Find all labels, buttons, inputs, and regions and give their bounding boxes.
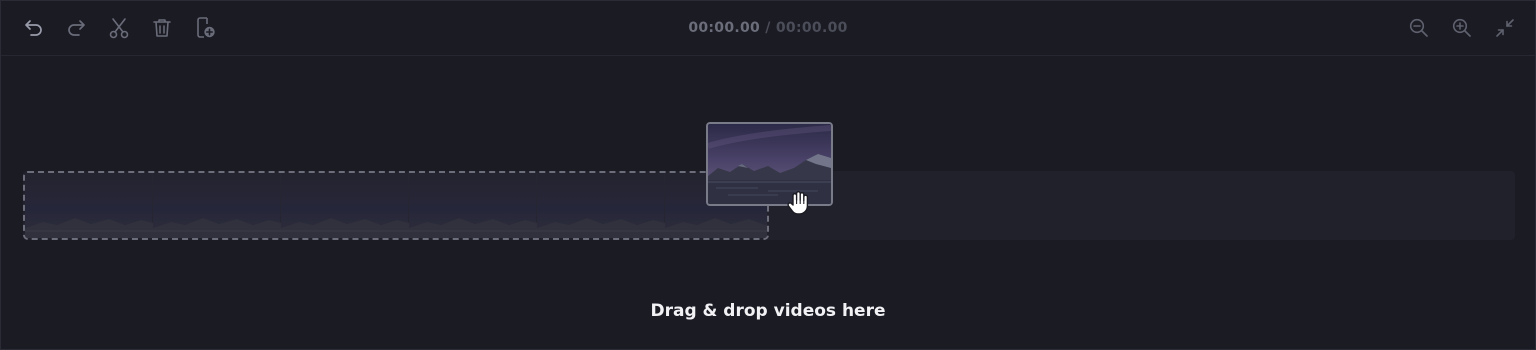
placeholder-frame: [153, 173, 281, 238]
drop-zone[interactable]: [23, 171, 769, 240]
placeholder-frame: [409, 173, 537, 238]
placeholder-frame: [25, 173, 153, 238]
timeline-panel: 00:00.00 / 00:00.00 Drag & drop videos h…: [0, 0, 1536, 350]
zoom-out-icon: [1409, 18, 1428, 37]
timecode-separator: /: [765, 20, 771, 36]
placeholder-frame: [537, 173, 665, 238]
current-time: 00:00.00: [688, 20, 761, 36]
timecode-display: 00:00.00 / 00:00.00: [1, 20, 1535, 36]
collapse-icon: [1496, 19, 1514, 37]
timeline-toolbar: 00:00.00 / 00:00.00: [1, 1, 1535, 56]
zoom-out-button[interactable]: [1407, 16, 1431, 40]
placeholder-frame: [281, 173, 409, 238]
total-duration: 00:00.00: [775, 20, 848, 36]
grab-hand-icon: [787, 191, 809, 215]
drop-instructions: Drag & drop videos here: [650, 301, 886, 321]
collapse-button[interactable]: [1493, 16, 1517, 40]
zoom-in-icon: [1452, 18, 1471, 37]
zoom-in-button[interactable]: [1450, 16, 1474, 40]
